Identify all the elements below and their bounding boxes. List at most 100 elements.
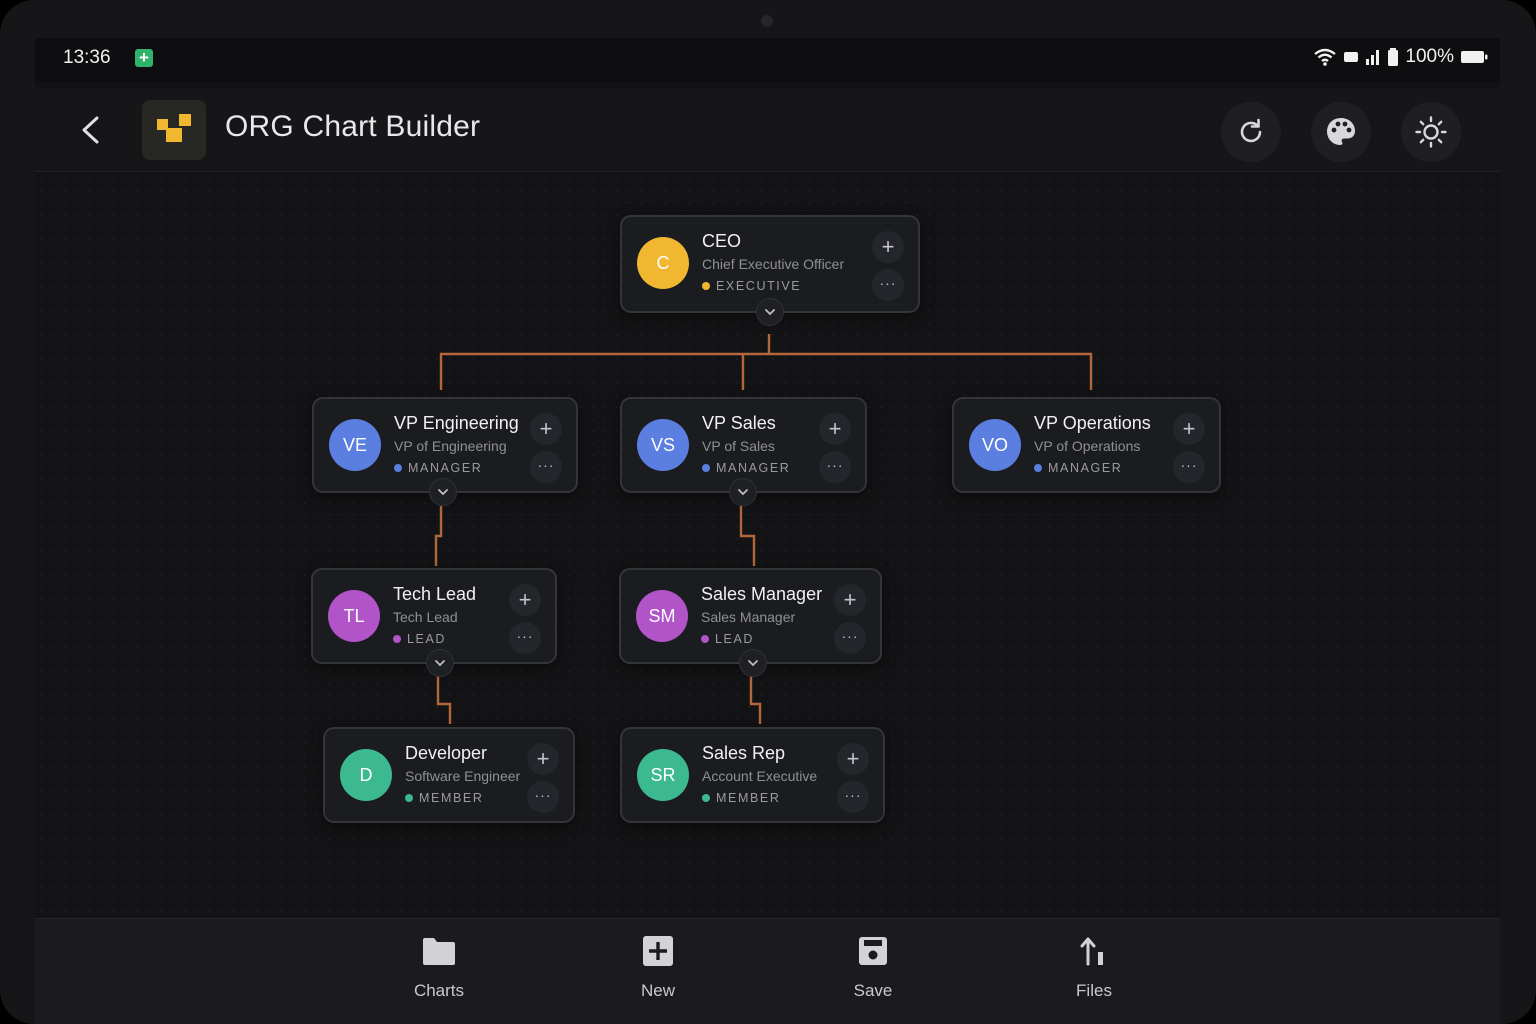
connector-ceo-children — [439, 334, 1093, 390]
add-child-button[interactable]: + — [1173, 413, 1205, 445]
connector-vp-engineering-tech-lead — [434, 506, 443, 566]
add-child-button[interactable]: + — [837, 743, 869, 775]
node-subtitle: VP of Operations — [1034, 438, 1141, 454]
avatar: VS — [637, 419, 689, 471]
node-subtitle: VP of Sales — [702, 438, 775, 454]
more-options-button[interactable]: ··· — [837, 781, 869, 813]
upload-icon — [1080, 937, 1103, 966]
level-badge: MANAGER — [394, 461, 482, 475]
more-options-button[interactable]: ··· — [872, 269, 904, 301]
folder-icon — [423, 938, 455, 965]
chevron-down-icon — [765, 309, 775, 316]
level-badge: EXECUTIVE — [702, 279, 801, 293]
nav-label: Save — [853, 981, 893, 1000]
connector-sales-manager-sales-rep — [749, 674, 762, 724]
front-camera — [761, 15, 773, 27]
level-label: MANAGER — [716, 461, 791, 475]
level-badge: MEMBER — [702, 791, 780, 805]
more-options-button[interactable]: ··· — [834, 622, 866, 654]
collapse-button[interactable] — [729, 478, 757, 506]
level-dot — [1034, 464, 1042, 472]
add-child-button[interactable]: + — [509, 584, 541, 616]
nav-files[interactable]: Files — [1034, 933, 1154, 1001]
org-node-vp-sales[interactable]: VS VP Sales VP of Sales MANAGER + ··· — [620, 397, 867, 506]
nav-charts[interactable]: Charts — [379, 933, 499, 1001]
level-dot — [394, 464, 402, 472]
nav-label: Files — [1076, 981, 1112, 1000]
nav-new[interactable]: New — [598, 933, 718, 1001]
level-badge: LEAD — [393, 632, 446, 646]
add-child-button[interactable]: + — [872, 231, 904, 263]
avatar: D — [340, 749, 392, 801]
level-label: MEMBER — [716, 791, 781, 805]
org-node-vp-operations[interactable]: VO VP Operations VP of Operations MANAGE… — [952, 397, 1221, 493]
nav-label: New — [640, 981, 675, 1000]
level-dot — [702, 464, 710, 472]
node-subtitle: Tech Lead — [393, 609, 458, 625]
level-dot — [393, 635, 401, 643]
chevron-down-icon — [438, 489, 448, 496]
node-title: CEO — [702, 231, 742, 251]
node-title: Sales Manager — [701, 584, 823, 604]
org-node-sales-manager[interactable]: SM Sales Manager Sales Manager LEAD + ··… — [619, 568, 882, 677]
more-options-button[interactable]: ··· — [527, 781, 559, 813]
collapse-button[interactable] — [739, 649, 767, 677]
more-options-button[interactable]: ··· — [819, 451, 851, 483]
save-icon — [859, 937, 887, 965]
org-chart-connectors — [434, 334, 1093, 724]
node-title: VP Engineering — [394, 413, 519, 433]
node-subtitle: Chief Executive Officer — [702, 256, 845, 272]
node-title: VP Sales — [702, 413, 776, 433]
level-dot — [701, 635, 709, 643]
collapse-button[interactable] — [756, 298, 784, 326]
node-title: Developer — [405, 743, 488, 763]
level-dot — [405, 794, 413, 802]
level-badge: MEMBER — [405, 791, 483, 805]
level-label: LEAD — [715, 632, 755, 646]
org-node-tech-lead[interactable]: TL Tech Lead Tech Lead LEAD + ··· — [311, 568, 557, 677]
level-badge: MANAGER — [702, 461, 790, 475]
node-subtitle: VP of Engineering — [394, 438, 507, 454]
node-title: Sales Rep — [702, 743, 786, 763]
avatar: TL — [328, 590, 380, 642]
node-title: Tech Lead — [393, 584, 477, 604]
bottom-navigation: Charts New Save Files — [35, 918, 1500, 1024]
more-options-button[interactable]: ··· — [509, 622, 541, 654]
level-dot — [702, 282, 710, 290]
level-badge: MANAGER — [1034, 461, 1122, 475]
tablet-frame: 13:36 + 100% ORG Chart Builder C CEO Chi… — [0, 0, 1536, 1024]
connector-vp-sales-sales-manager — [739, 506, 756, 566]
app-screen: 13:36 + 100% ORG Chart Builder C CEO Chi… — [35, 38, 1500, 1024]
org-node-sales-rep[interactable]: SR Sales Rep Account Executive MEMBER + … — [620, 727, 885, 823]
nav-save[interactable]: Save — [813, 933, 933, 1001]
avatar: VO — [969, 419, 1021, 471]
org-node-vp-engineering[interactable]: VE VP Engineering VP of Engineering MANA… — [312, 397, 578, 506]
connector-tech-lead-developer — [436, 674, 452, 724]
node-subtitle: Sales Manager — [701, 609, 796, 625]
level-dot — [702, 794, 710, 802]
add-child-button[interactable]: + — [527, 743, 559, 775]
node-subtitle: Account Executive — [702, 768, 818, 784]
level-label: MANAGER — [1048, 461, 1123, 475]
more-options-button[interactable]: ··· — [530, 451, 562, 483]
avatar: VE — [329, 419, 381, 471]
level-label: MEMBER — [419, 791, 484, 805]
add-child-button[interactable]: + — [819, 413, 851, 445]
more-options-button[interactable]: ··· — [1173, 451, 1205, 483]
org-node-developer[interactable]: D Developer Software Engineer MEMBER + ·… — [323, 727, 575, 823]
avatar: C — [637, 237, 689, 289]
level-label: LEAD — [407, 632, 447, 646]
avatar: SR — [637, 749, 689, 801]
nav-label: Charts — [413, 981, 465, 1000]
node-subtitle: Software Engineer — [405, 768, 521, 784]
add-child-button[interactable]: + — [530, 413, 562, 445]
chevron-down-icon — [738, 489, 748, 496]
node-title: VP Operations — [1034, 413, 1151, 433]
chevron-down-icon — [748, 660, 758, 667]
level-badge: LEAD — [701, 632, 754, 646]
org-node-ceo[interactable]: C CEO Chief Executive Officer EXECUTIVE … — [620, 215, 920, 326]
collapse-button[interactable] — [429, 478, 457, 506]
add-child-button[interactable]: + — [834, 584, 866, 616]
collapse-button[interactable] — [426, 649, 454, 677]
level-label: EXECUTIVE — [716, 279, 802, 293]
